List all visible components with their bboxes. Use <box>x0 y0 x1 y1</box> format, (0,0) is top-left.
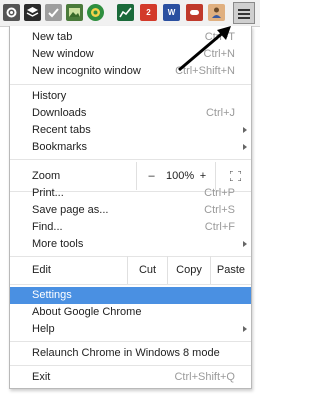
edit-row: Edit Cut Copy Paste <box>10 256 251 284</box>
menu-separator <box>10 341 251 342</box>
menu-item-relaunch[interactable]: Relaunch Chrome in Windows 8 mode <box>10 345 251 362</box>
menu-separator <box>10 284 251 285</box>
menu-item-recent-tabs[interactable]: Recent tabs <box>10 122 251 139</box>
cut-button[interactable]: Cut <box>127 256 167 284</box>
hamburger-menu-icon[interactable] <box>233 2 255 24</box>
fullscreen-icon <box>230 171 241 181</box>
menu-item-exit[interactable]: Exit Ctrl+Shift+Q <box>10 369 251 386</box>
menu-item-find[interactable]: Find... Ctrl+F <box>10 219 251 236</box>
menu-item-settings[interactable]: Settings <box>10 287 251 304</box>
menu-separator <box>10 159 251 160</box>
menu-item-bookmarks[interactable]: Bookmarks <box>10 139 251 156</box>
word-badge-icon[interactable]: W <box>163 4 180 21</box>
layers-icon[interactable] <box>24 4 41 21</box>
submenu-arrow-icon <box>243 127 247 133</box>
menu-separator <box>10 365 251 366</box>
menu-item-help[interactable]: Help <box>10 321 251 338</box>
gear-icon[interactable] <box>3 4 20 21</box>
submenu-arrow-icon <box>243 241 247 247</box>
menu-item-save-page[interactable]: Save page as... Ctrl+S <box>10 202 251 219</box>
menu-item-print[interactable]: Print... Ctrl+P <box>10 185 251 202</box>
circle-badge-icon[interactable] <box>87 4 104 21</box>
mail-badge-icon[interactable]: 2 <box>140 4 157 21</box>
image-icon[interactable] <box>66 4 83 21</box>
submenu-arrow-icon <box>243 326 247 332</box>
chrome-main-menu: New tab Ctrl+T New window Ctrl+N New inc… <box>9 26 252 389</box>
chart-icon[interactable] <box>117 4 134 21</box>
menu-item-more-tools[interactable]: More tools <box>10 236 251 253</box>
submenu-arrow-icon <box>243 144 247 150</box>
copy-button[interactable]: Copy <box>167 256 210 284</box>
annotation-arrow-icon <box>178 26 231 72</box>
menu-item-downloads[interactable]: Downloads Ctrl+J <box>10 105 251 122</box>
check-icon[interactable] <box>45 4 62 21</box>
paste-button[interactable]: Paste <box>210 256 251 284</box>
pill-icon[interactable] <box>186 4 203 21</box>
menu-item-history[interactable]: History <box>10 88 251 105</box>
menu-item-about[interactable]: About Google Chrome <box>10 304 251 321</box>
person-icon[interactable] <box>208 4 225 21</box>
menu-separator <box>10 84 251 85</box>
